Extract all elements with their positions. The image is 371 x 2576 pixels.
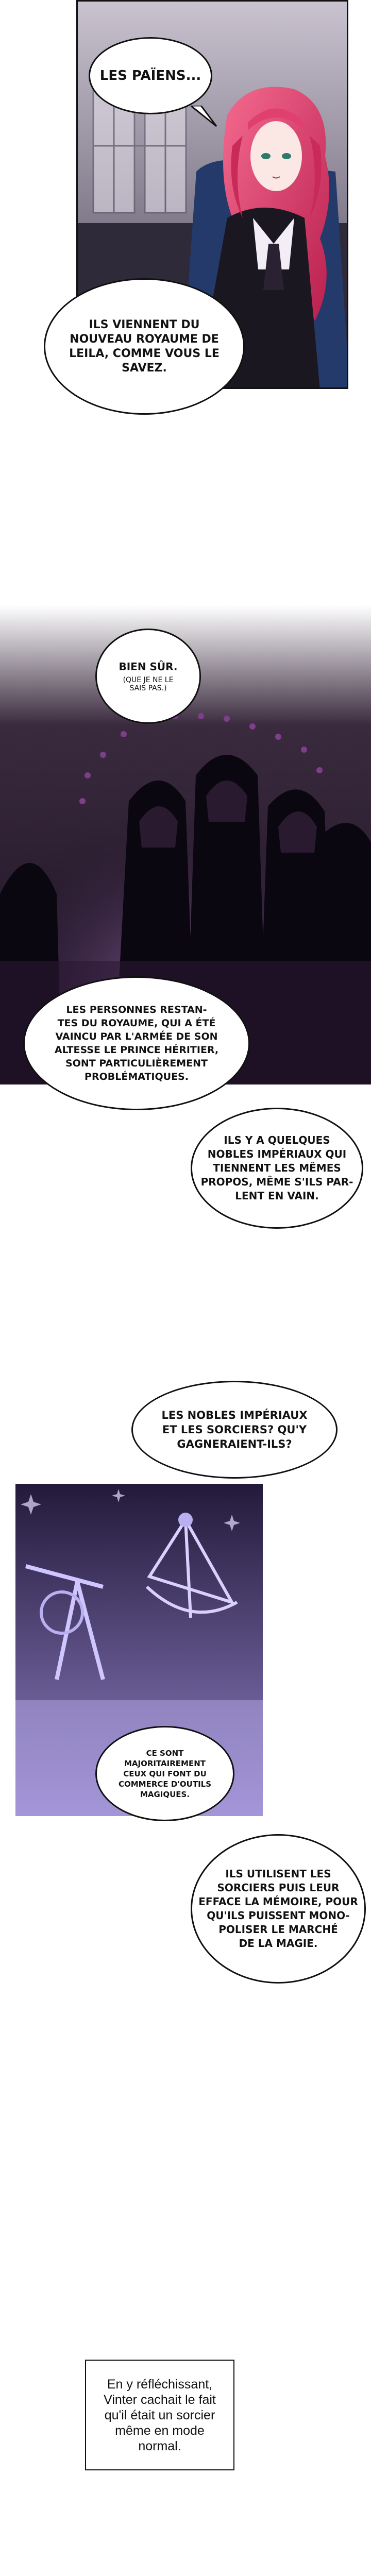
speech-bubble-sorciers: LES NOBLES IMPÉRIAUX ET LES SORCIERS? QU… [131, 1381, 338, 1479]
bubble-text: ILS VIENNENT DU NOUVEAU ROYAUME DE LEILA… [69, 318, 220, 375]
bubble-text: ILS UTILISENT LES SORCIERS PUIS LEUR EFF… [198, 1868, 358, 1950]
aside-text: (QUE JE NE LE SAIS PAS.) [123, 675, 174, 692]
bubble-text: BIEN SÛR. [119, 660, 178, 673]
bubble-text: LES NOBLES IMPÉRIAUX ET LES SORCIERS? QU… [161, 1409, 308, 1450]
speech-bubble-nobles: ILS Y A QUELQUES NOBLES IMPÉRIAUX QUI TI… [191, 1108, 363, 1229]
speech-bubble-royaume: LES PERSONNES RESTAN- TES DU ROYAUME, QU… [23, 976, 250, 1110]
caption-box: En y réfléchissant, Vinter cachait le fa… [85, 2360, 234, 2470]
speech-bubble-commerce: CE SONT MAJORITAIREMENT CEUX QUI FONT DU… [95, 1726, 234, 1821]
caption-text: En y réfléchissant, Vinter cachait le fa… [104, 2377, 216, 2453]
speech-bubble-leila: ILS VIENNENT DU NOUVEAU ROYAUME DE LEILA… [44, 278, 245, 415]
bubble-text: CE SONT MAJORITAIREMENT CEUX QUI FONT DU… [118, 1748, 212, 1799]
bubble-text: LES PERSONNES RESTAN- TES DU ROYAUME, QU… [54, 1004, 219, 1082]
speech-bubble-paiens: LES PAÏENS... [89, 37, 212, 114]
bubble-text: LES PAÏENS... [99, 68, 201, 83]
face [250, 121, 302, 191]
speech-bubble-magie: ILS UTILISENT LES SORCIERS PUIS LEUR EFF… [191, 1834, 366, 1984]
bubble-tail [191, 106, 217, 127]
bubble-text: ILS Y A QUELQUES NOBLES IMPÉRIAUX QUI TI… [200, 1134, 353, 1202]
speech-bubble-bien-sur: BIEN SÛR. (QUE JE NE LE SAIS PAS.) [95, 629, 201, 724]
